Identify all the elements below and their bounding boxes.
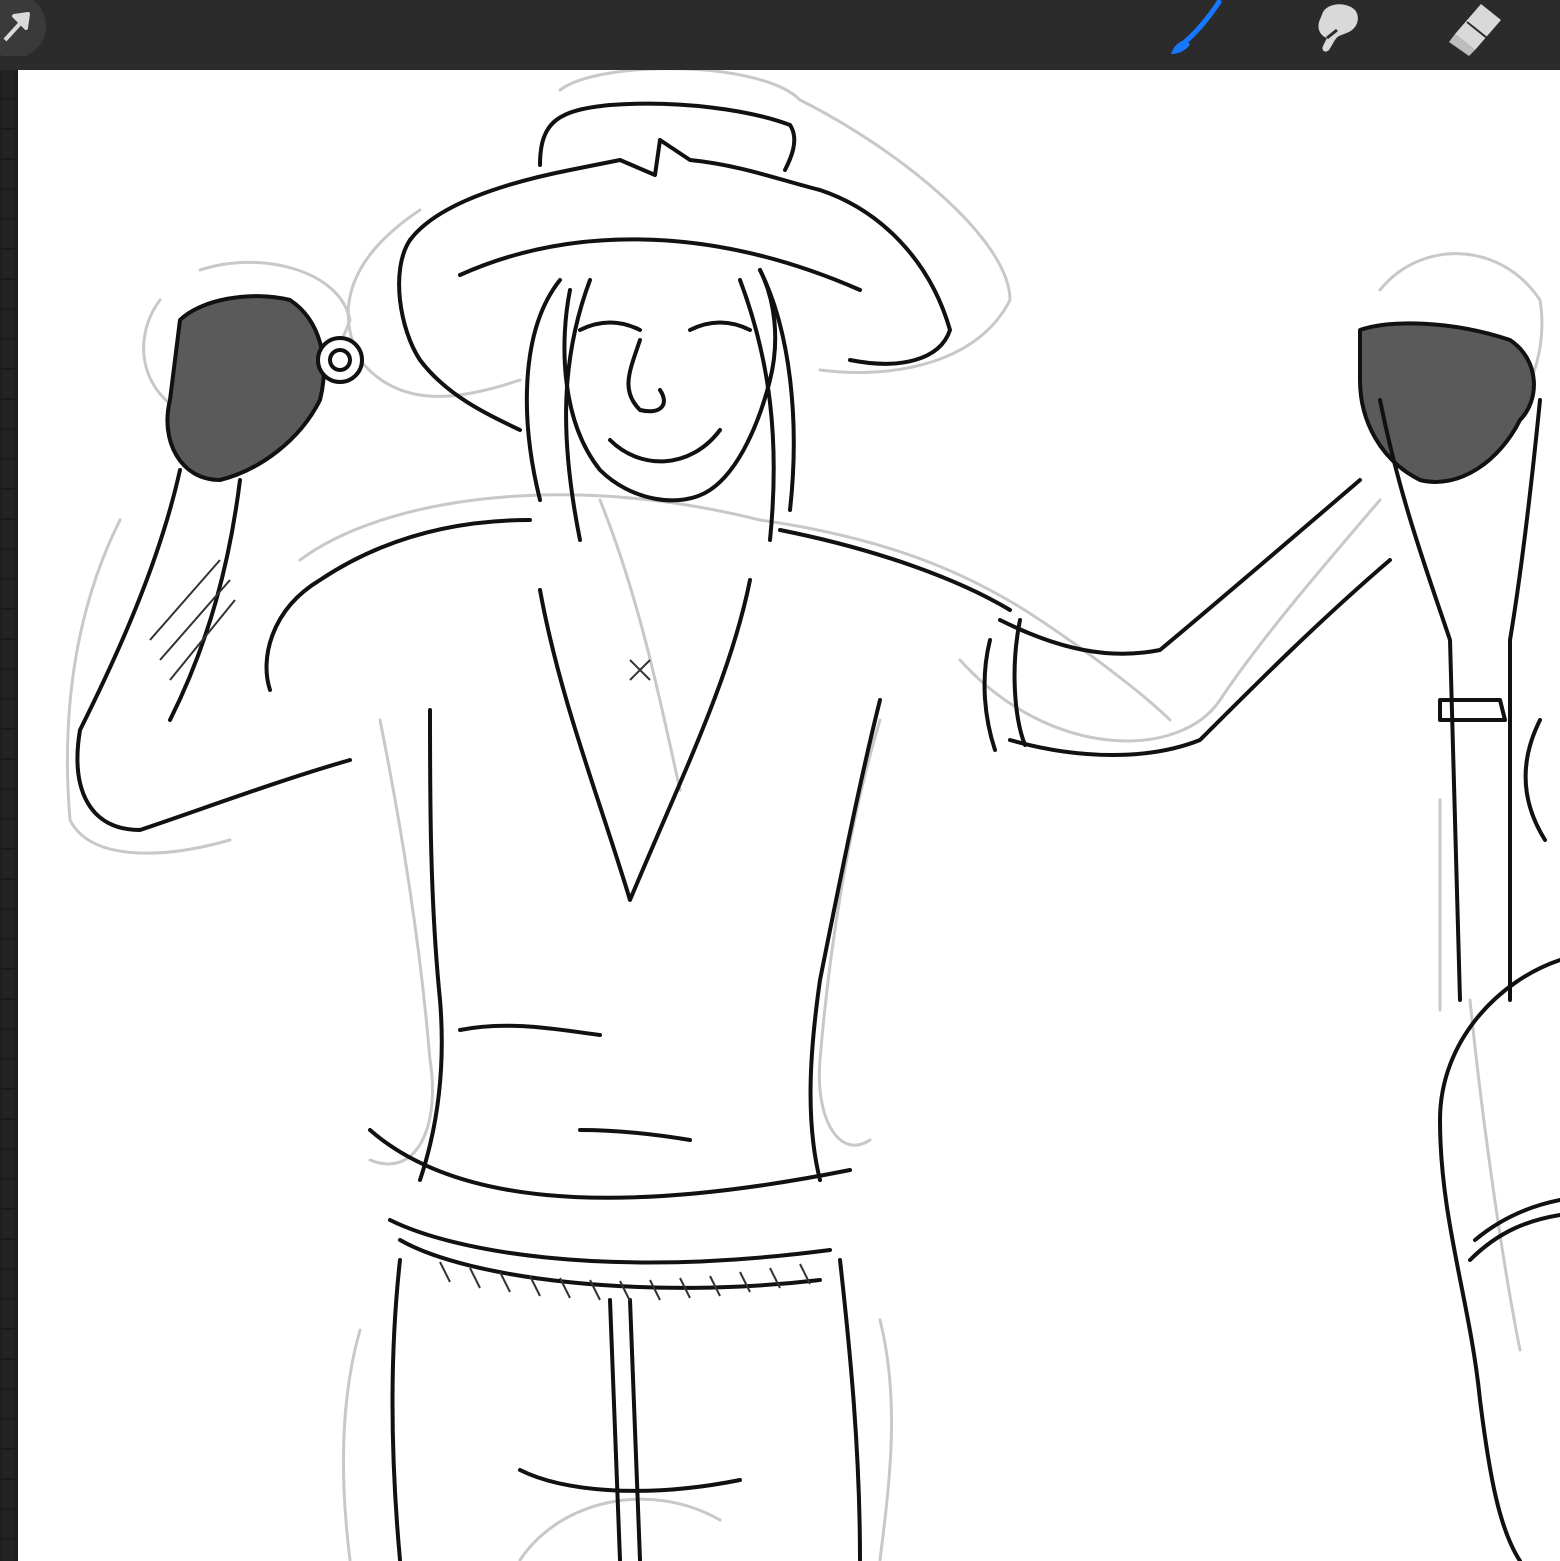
figure-sketch-artwork	[65, 70, 1560, 1561]
smudge-finger-icon	[1318, 4, 1358, 52]
eraser-tool-button[interactable]	[1440, 0, 1510, 60]
smudge-tool-button[interactable]	[1300, 0, 1370, 60]
brush-size-sidebar[interactable]	[0, 70, 18, 1561]
drawing-canvas[interactable]	[18, 70, 1560, 1561]
top-toolbar	[0, 0, 1560, 70]
brush-tool-button[interactable]	[1160, 0, 1230, 60]
arrow-cursor-icon	[0, 0, 46, 56]
sidebar-slider-track[interactable]	[2, 70, 14, 1561]
transform-tool-button[interactable]	[0, 0, 48, 56]
brush-icon	[1171, 0, 1222, 54]
eraser-icon	[1449, 4, 1501, 56]
